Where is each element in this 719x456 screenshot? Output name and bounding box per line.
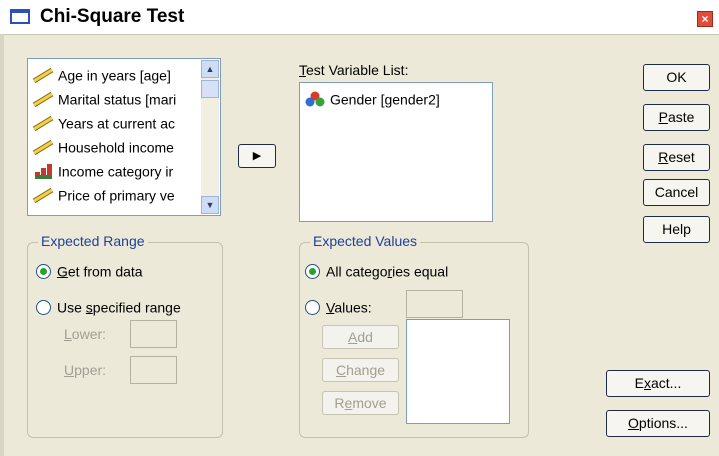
ruler-scale-icon bbox=[32, 68, 54, 84]
nominal-balls-icon bbox=[305, 91, 325, 107]
title-bar[interactable]: Chi-Square Test × bbox=[0, 0, 719, 35]
list-item-label: Household income bbox=[58, 139, 174, 156]
expected-values-title: Expected Values bbox=[310, 233, 421, 249]
move-to-test-list-button[interactable]: ▶ bbox=[238, 144, 276, 168]
help-button[interactable]: Help bbox=[643, 216, 710, 243]
add-button[interactable]: Add bbox=[322, 325, 399, 349]
list-item-label: Marital status [mari bbox=[58, 91, 177, 108]
ruler-scale-icon bbox=[32, 188, 54, 204]
list-item[interactable]: Years at current ac bbox=[32, 110, 175, 134]
window-left-edge bbox=[0, 34, 4, 456]
lower-field[interactable] bbox=[130, 320, 177, 348]
scroll-up-icon[interactable]: ▲ bbox=[201, 60, 219, 78]
ruler-scale-icon bbox=[32, 92, 54, 108]
list-item-label: Years at current ac bbox=[58, 115, 175, 132]
list-item[interactable]: Income category ir bbox=[32, 158, 173, 182]
upper-label: Upper: bbox=[64, 362, 107, 378]
cancel-button[interactable]: Cancel bbox=[643, 179, 710, 206]
get-from-data-radio[interactable]: Get from data bbox=[36, 262, 143, 279]
list-scrollbar[interactable]: ▲ ▼ bbox=[201, 60, 219, 214]
list-item[interactable]: Marital status [mari bbox=[32, 86, 176, 110]
ruler-scale-icon bbox=[32, 116, 54, 132]
radio-unselected-indicator bbox=[305, 299, 320, 315]
window-icon bbox=[10, 9, 30, 24]
chi-square-dialog: Chi-Square Test × Age in years [age] Mar… bbox=[0, 0, 719, 456]
values-field[interactable] bbox=[406, 290, 463, 318]
list-item-label: Price of primary ve bbox=[58, 187, 175, 204]
radio-selected-indicator bbox=[305, 263, 320, 279]
reset-button[interactable]: Reset bbox=[643, 144, 710, 171]
values-label: Values: bbox=[326, 299, 372, 316]
paste-button[interactable]: Paste bbox=[643, 104, 710, 131]
list-item[interactable]: Household income bbox=[32, 134, 174, 158]
lower-label: Lower: bbox=[64, 326, 107, 342]
change-button[interactable]: Change bbox=[322, 358, 399, 382]
source-variable-list[interactable]: Age in years [age] Marital status [mari … bbox=[27, 58, 221, 216]
list-item-label: Gender [gender2] bbox=[330, 91, 440, 108]
ruler-scale-icon bbox=[32, 140, 54, 156]
ok-button[interactable]: OK bbox=[643, 64, 710, 91]
get-from-data-label: Get from data bbox=[57, 263, 143, 280]
close-icon[interactable]: × bbox=[697, 11, 713, 27]
upper-field[interactable] bbox=[130, 356, 177, 384]
list-item[interactable]: Age in years [age] bbox=[32, 62, 171, 86]
test-variable-list[interactable]: Gender [gender2] bbox=[299, 82, 493, 222]
arrow-right-icon: ▶ bbox=[252, 150, 262, 162]
exact-button[interactable]: Exact... bbox=[606, 370, 710, 397]
expected-range-title: Expected Range bbox=[38, 233, 148, 249]
bar-ordinal-icon bbox=[35, 164, 52, 180]
test-variable-list-label: Test Variable List: bbox=[299, 62, 409, 78]
list-item[interactable]: Price of primary ve bbox=[32, 182, 175, 206]
all-categories-equal-radio[interactable]: All categories equal bbox=[305, 262, 448, 279]
radio-selected-indicator bbox=[36, 263, 51, 279]
radio-unselected-indicator bbox=[36, 299, 51, 315]
list-item-label: Age in years [age] bbox=[58, 67, 171, 84]
use-specified-range-label: Use specified range bbox=[57, 299, 181, 316]
dialog-title: Chi-Square Test bbox=[40, 6, 185, 27]
scroll-thumb[interactable] bbox=[201, 80, 219, 98]
list-item-label: Income category ir bbox=[58, 163, 174, 180]
options-button[interactable]: Options... bbox=[606, 410, 710, 437]
expected-values-list[interactable] bbox=[406, 319, 510, 424]
scroll-down-icon[interactable]: ▼ bbox=[201, 196, 219, 214]
list-item[interactable]: Gender [gender2] bbox=[304, 86, 440, 110]
remove-button[interactable]: Remove bbox=[322, 391, 399, 415]
values-radio[interactable]: Values: bbox=[305, 298, 372, 315]
all-categories-equal-label: All categories equal bbox=[326, 263, 449, 280]
use-specified-range-radio[interactable]: Use specified range bbox=[36, 298, 181, 315]
